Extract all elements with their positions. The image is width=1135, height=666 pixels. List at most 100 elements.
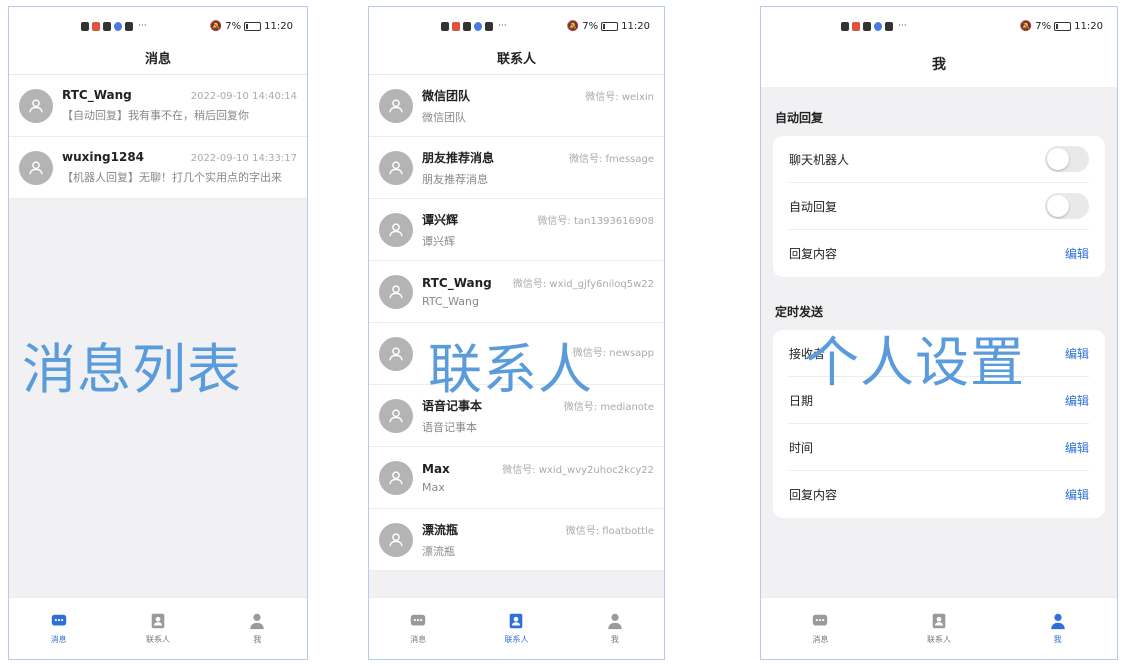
message-item[interactable]: wuxing1284 2022-09-10 14:33:17 【机器人回复】无聊… [9,137,307,199]
chat-icon [51,614,66,626]
person-icon [389,346,403,360]
setting-label: 自动回复 [789,199,838,214]
contact-name: RTC_Wang [422,276,492,290]
contact-remark: Max [422,481,445,494]
messages-caption: 消息列表 [22,338,242,401]
chat-icon [813,614,828,626]
contact-remark: 朋友推荐消息 [422,172,488,186]
clock: 11:20 [264,20,293,32]
person-icon [389,222,403,236]
message-preview: 【自动回复】我有事不在，稍后回复你 [62,109,249,122]
person-icon [1050,613,1065,630]
mute-icon: 🔕 [209,20,223,32]
chatbot-toggle[interactable] [1045,146,1089,172]
page-title: 联系人 [369,41,664,75]
edit-receiver-button[interactable]: 编辑 [1065,345,1089,362]
tab-label: 我 [253,635,262,644]
tab-messages[interactable]: 消息 [761,598,880,659]
contacts-caption: 联系人 [428,338,593,401]
contacts-icon [151,613,165,629]
tab-messages[interactable]: 消息 [369,598,467,659]
auto-reply-setting: 自动回复 [789,183,1089,230]
contact-name: Max [422,462,450,476]
wechat-id: 微信号: fmessage [568,153,654,165]
auto-reply-card: 聊天机器人 自动回复 回复内容 编辑 [773,136,1105,277]
auto-reply-section-title: 自动回复 [775,111,824,125]
person-icon [389,284,403,298]
person-icon [250,613,265,630]
setting-label: 时间 [789,440,814,455]
contact-remark: RTC_Wang [422,295,479,308]
scheduled-content-setting: 回复内容 编辑 [789,471,1089,518]
chatbot-setting: 聊天机器人 [789,136,1089,183]
battery-percent: 7% [1035,20,1052,32]
contact-item[interactable]: 朋友推荐消息 微信号: fmessage 朋友推荐消息 [369,137,664,199]
tab-me[interactable]: 我 [998,598,1117,659]
tab-me[interactable]: 我 [208,598,307,659]
contact-item[interactable]: 微信团队 微信号: weixin 微信团队 [369,75,664,137]
edit-date-button[interactable]: 编辑 [1065,392,1089,409]
person-icon [389,470,403,484]
time-setting: 时间 编辑 [789,424,1089,471]
tab-bar: 消息 联系人 我 [369,597,664,659]
contact-remark: 谭兴辉 [422,234,455,248]
tab-label: 联系人 [145,635,170,644]
person-icon [29,160,43,174]
status-icons: ··· [841,21,907,31]
contacts-icon [510,613,523,629]
wechat-id: 微信号: floatbottle [565,525,654,537]
tab-messages[interactable]: 消息 [9,598,108,659]
contacts-icon [932,613,946,629]
setting-label: 回复内容 [789,488,838,502]
edit-time-button[interactable]: 编辑 [1065,439,1089,456]
avatar [379,336,413,371]
person-icon [29,98,43,112]
tab-bar: 消息 联系人 我 [761,597,1117,659]
settings-caption: 个人设置 [805,331,1025,394]
avatar [379,398,413,433]
status-icons: ··· [441,21,507,31]
page-title: 消息 [9,41,307,75]
status-bar: ··· 🔕 7% 11:20 [369,7,664,41]
tab-label: 联系人 [504,635,529,644]
chat-icon [410,614,426,626]
tab-me[interactable]: 我 [566,598,664,659]
tab-label: 我 [1053,635,1062,644]
avatar [379,274,413,309]
avatar [379,212,413,247]
tab-contacts[interactable]: 联系人 [467,598,565,659]
avatar [379,150,413,185]
wechat-id: 微信号: tan1393616908 [537,215,654,227]
wechat-id: 微信号: weixin [585,91,654,103]
person-icon [608,613,622,630]
avatar [379,88,413,123]
contact-name: 微信团队 [422,88,471,103]
mute-icon: 🔕 [566,20,580,32]
avatar [379,522,413,557]
tab-contacts[interactable]: 联系人 [108,598,207,659]
page-title: 我 [761,41,1117,87]
message-time: 2022-09-10 14:33:17 [190,153,297,164]
edit-scheduled-content-button[interactable]: 编辑 [1065,486,1089,503]
auto-reply-toggle[interactable] [1045,193,1089,219]
battery-percent: 7% [582,20,599,32]
tab-label: 我 [610,635,619,644]
mute-icon: 🔕 [1019,20,1033,32]
edit-reply-content-button[interactable]: 编辑 [1065,245,1089,262]
tab-contacts[interactable]: 联系人 [880,598,999,659]
contact-item[interactable]: RTC_Wang 微信号: wxid_gjfy6niloq5w22 RTC_Wang [369,261,664,323]
contact-item[interactable]: 谭兴辉 微信号: tan1393616908 谭兴辉 [369,199,664,261]
tab-label: 消息 [50,635,67,644]
reply-content-setting: 回复内容 编辑 [789,230,1089,277]
contact-name: 漂流瓶 [422,522,459,537]
message-item[interactable]: RTC_Wang 2022-09-10 14:40:14 【自动回复】我有事不在… [9,75,307,137]
contact-item[interactable]: 漂流瓶 微信号: floatbottle 漂流瓶 [369,509,664,571]
contact-item[interactable]: Max 微信号: wxid_wvy2uhoc2kcy22 Max [369,447,664,509]
battery-icon [1054,21,1072,31]
message-list: RTC_Wang 2022-09-10 14:40:14 【自动回复】我有事不在… [9,75,307,199]
setting-label: 回复内容 [789,247,838,261]
contact-remark: 漂流瓶 [422,544,455,558]
contact-name: wuxing1284 [62,150,145,164]
contact-name: 朋友推荐消息 [422,150,495,165]
person-icon [389,98,403,112]
